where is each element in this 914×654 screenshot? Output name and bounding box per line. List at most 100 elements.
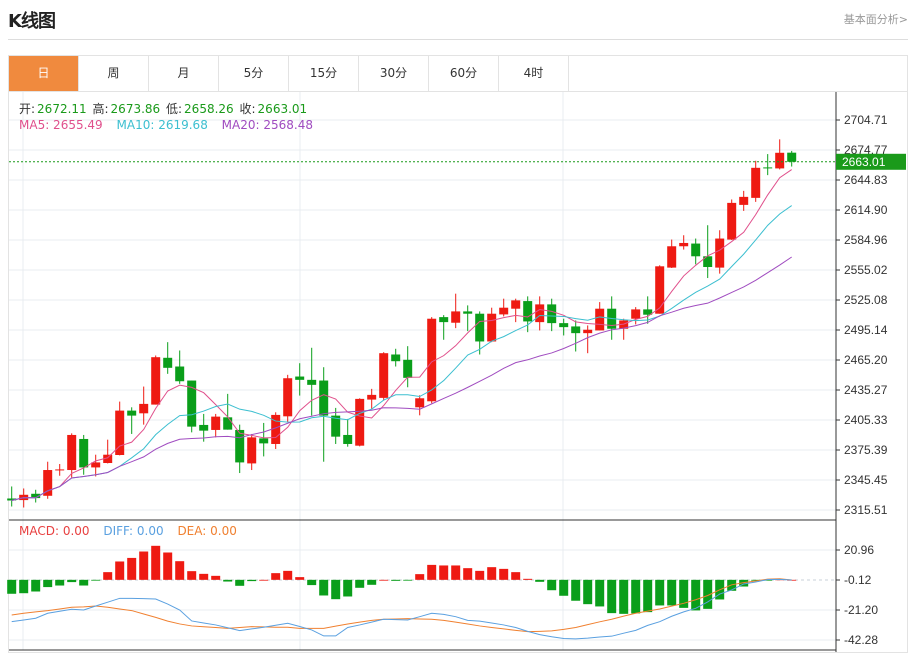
candle-body [235,429,245,463]
macd-bar [367,579,377,585]
candle-body [463,311,473,314]
open-value: 2672.11 [37,102,87,116]
macd-bar [151,545,161,580]
ma-legend: MA5: 2655.49 MA10: 2619.68 MA20: 2568.48 [19,118,315,132]
candle-body [163,357,173,368]
candle-body [223,417,233,430]
price-tick-label: 2465.20 [844,353,888,367]
macd-bar [427,564,437,580]
macd-tick-label: -21.20 [844,603,878,617]
price-tick-label: 2644.83 [844,173,888,187]
candle-body [631,309,641,319]
macd-bar [307,579,317,586]
candle-body [499,307,509,315]
candle-body [67,434,77,471]
candle-body [475,313,485,342]
macd-bar [223,579,233,582]
price-tick-label: 2405.33 [844,413,888,427]
candle-body [343,434,353,444]
candle-body [739,196,749,205]
candle-body [259,438,269,444]
candle-body [787,152,797,162]
candle-body [211,416,221,430]
macd-bar [211,575,221,580]
macd-bar [163,552,173,580]
candle-body [523,301,533,322]
macd-bar [643,579,653,613]
macd-bar [115,561,125,580]
macd-bar [607,579,617,614]
macd-bar [487,567,497,580]
candle-body [79,438,89,468]
candle-body [727,202,737,240]
macd-bar [571,579,581,601]
candle-body [403,359,413,378]
candle-body [511,300,521,309]
ohlc-legend: 开: 2672.11 高: 2673.86 低: 2658.26 收: 2663.01 [19,100,309,117]
candle-body [151,357,161,405]
close-label: 收: [239,102,256,116]
open-label: 开: [19,102,36,116]
low-label: 低: [166,102,183,116]
macd-bar [19,579,29,594]
ma10-legend: MA10: 2619.68 [116,118,208,132]
macd-bar [43,579,53,588]
macd-bar [259,579,269,581]
macd-bar [175,561,185,580]
macd-bar [31,579,41,592]
candle-body [139,403,149,414]
macd-bar [199,573,209,580]
macd-bar [379,579,389,581]
candle-body [667,246,677,268]
macd-bar [187,571,197,580]
candle-body [487,313,497,342]
candle-body [439,317,449,323]
macd-bar [91,579,101,581]
dea-legend-value: DEA: 0.00 [177,524,237,538]
candle-body [295,376,305,380]
macd-tick-label: 20.96 [844,543,874,557]
high-label: 高: [92,102,109,116]
candle-body [595,308,605,331]
candle-body [247,437,257,464]
macd-bar [451,565,461,580]
macd-bar [655,579,665,606]
kline-chart[interactable]: 2704.712674.772644.832614.902584.962555.… [0,0,914,654]
macd-bar [415,574,425,580]
macd-bar [499,568,509,580]
macd-bar [139,551,149,580]
macd-bar [667,579,677,606]
macd-bar [355,579,365,588]
candle-body [319,380,329,416]
close-value: 2663.01 [257,102,308,116]
candle-body [367,394,377,400]
ma20-line [11,256,792,501]
candle-body [763,167,773,169]
candle-body [115,410,125,455]
macd-bar [343,579,353,597]
macd-bar [559,579,569,596]
candle-body [55,469,65,471]
candle-body [559,323,569,328]
macd-bar [691,579,701,611]
macd-bar [127,557,137,580]
macd-tick-label: -42.28 [844,633,878,647]
macd-bar [523,578,533,580]
macd-bar [535,579,545,582]
price-tick-label: 2435.27 [844,383,888,397]
macd-bar [391,579,401,581]
macd-bar [283,570,293,580]
price-tick-label: 2614.90 [844,203,888,217]
macd-bar [319,579,329,596]
high-value: 2673.86 [110,102,161,116]
candle-body [199,424,209,431]
candle-body [451,311,461,323]
candle-body [391,354,401,362]
macd-bar [295,577,305,580]
candle-body [283,378,293,417]
candle-body [691,243,701,257]
candle-body [571,326,581,334]
price-tick-label: 2555.02 [844,263,888,277]
candle-body [175,366,185,382]
macd-bar [403,579,413,581]
